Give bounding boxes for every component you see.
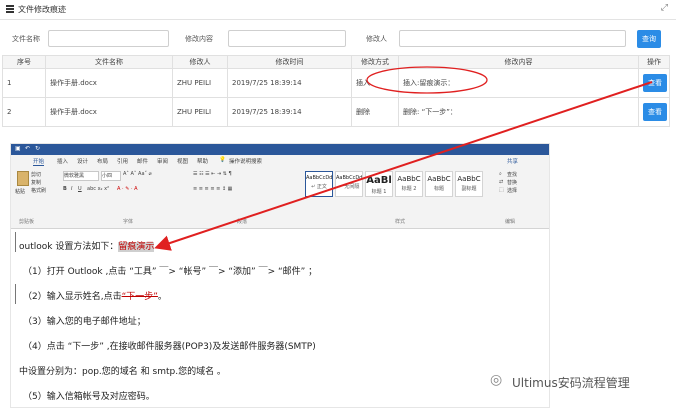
wechat-icon: ◎ [490, 372, 503, 388]
annotation-arrow [154, 81, 653, 251]
watermark-text: Ultimus安码流程管理 [512, 376, 630, 390]
highlight-ellipse [366, 66, 488, 94]
watermark: ◎ Ultimus安码流程管理 [490, 370, 670, 394]
annotation-overlay [154, 66, 653, 251]
